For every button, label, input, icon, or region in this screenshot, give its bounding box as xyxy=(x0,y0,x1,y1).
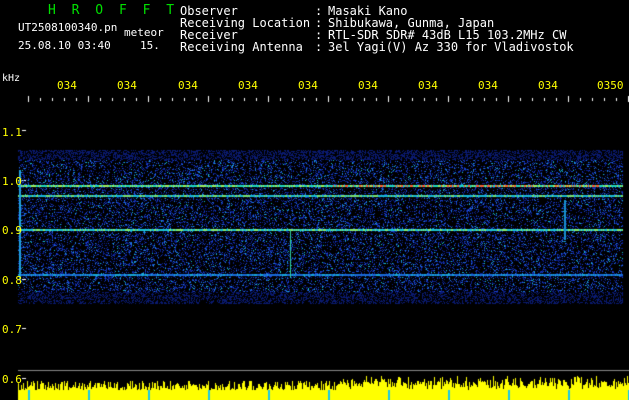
time-label: 034 xyxy=(538,79,558,92)
time-label: 034 xyxy=(298,79,318,92)
time-label: 034 xyxy=(358,79,378,92)
time-label: 0350 xyxy=(597,79,624,92)
time-label: 034 xyxy=(57,79,77,92)
freq-tick: 0.7 xyxy=(2,323,22,336)
app-title: H R O F F T xyxy=(48,3,179,18)
freq-unit: kHz xyxy=(2,73,21,84)
time-label: 034 xyxy=(418,79,438,92)
count-label: 15. xyxy=(140,39,160,52)
freq-tick: 0.9 xyxy=(2,224,22,237)
hrofft-window: H R O F F T UT2508100340.pn meteor 25.08… xyxy=(0,0,629,400)
time-label: 034 xyxy=(238,79,258,92)
freq-tick: 0.8 xyxy=(2,274,22,287)
antenna-sep: : xyxy=(315,40,323,54)
antenna-label: Receiving Antenna xyxy=(180,40,303,54)
filename: UT2508100340.pn xyxy=(18,21,118,34)
spectrogram xyxy=(0,0,629,400)
time-label: 034 xyxy=(478,79,498,92)
time-label: 034 xyxy=(117,79,137,92)
date-time: 25.08.10 03:40 xyxy=(18,39,111,52)
antenna-value: 3el Yagi(V) Az 330 for Vladivostok xyxy=(328,40,574,54)
freq-tick: 1.0 xyxy=(2,175,22,188)
mode-label: meteor xyxy=(124,26,164,39)
freq-tick: 0.6 xyxy=(2,373,22,386)
freq-tick: 1.1 xyxy=(2,126,22,139)
time-label: 034 xyxy=(178,79,198,92)
